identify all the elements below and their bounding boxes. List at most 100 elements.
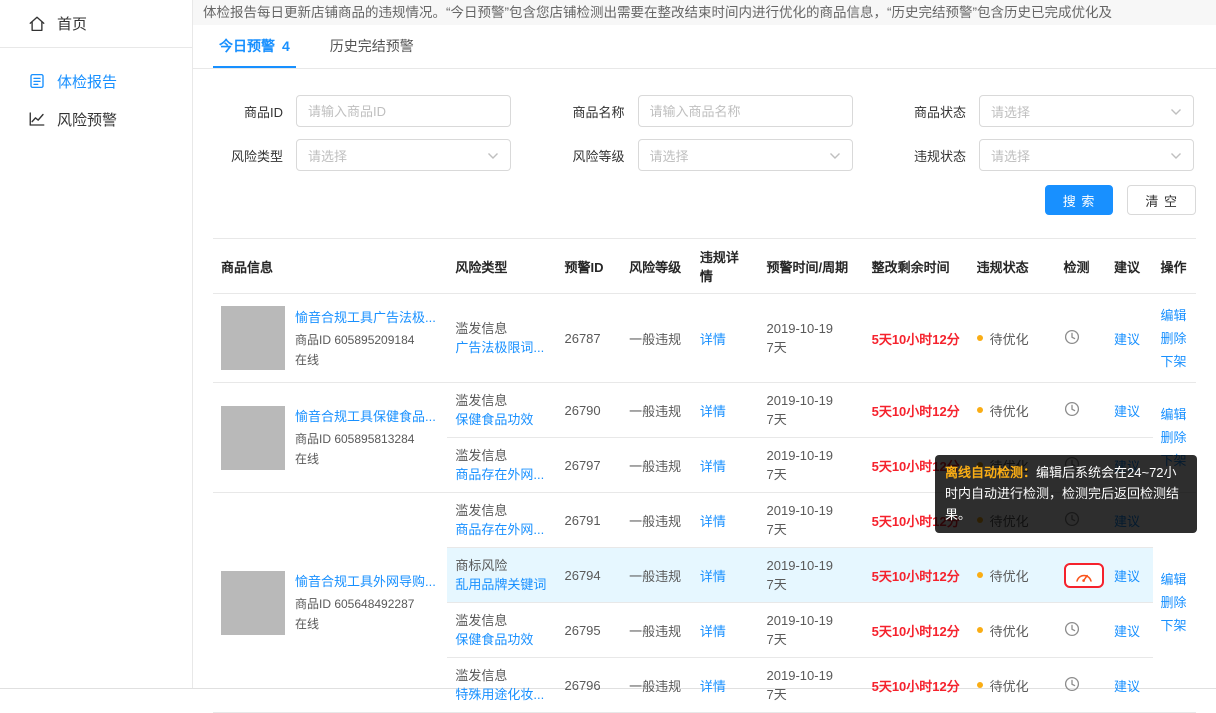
risk-type-select[interactable]: 请选择 <box>296 139 511 171</box>
filter-violation-status: 违规状态 请选择 <box>896 139 1196 171</box>
risk-subtype-link[interactable]: 商品存在外网... <box>455 465 548 484</box>
select-placeholder: 请选择 <box>991 102 1030 121</box>
product-cell: 愉音合规工具外网导购...商品ID 605648492287在线 <box>213 493 447 713</box>
filter-risk-type: 风险类型 请选择 <box>213 139 513 171</box>
risk-type-cell: 滥发信息广告法极限词... <box>447 294 556 383</box>
product-name-link[interactable]: 愉音合规工具广告法极... <box>295 307 436 326</box>
edit-link[interactable]: 编辑 <box>1161 403 1189 426</box>
detect-button[interactable] <box>1064 401 1080 417</box>
column-header: 违规详情 <box>692 239 759 294</box>
clear-button[interactable]: 清 空 <box>1127 185 1196 215</box>
product-status-select[interactable]: 请选择 <box>979 95 1194 127</box>
remaining-time: 5天10小时12分 <box>864 548 969 603</box>
sidebar-item-report[interactable]: 体检报告 <box>0 62 192 100</box>
detail-link[interactable]: 详情 <box>700 624 726 639</box>
product-name-input[interactable] <box>638 95 853 127</box>
product-text: 愉音合规工具保健食品...商品ID 605895813284在线 <box>295 406 436 469</box>
product-id: 商品ID 605648492287 <box>295 594 436 614</box>
suggest-link[interactable]: 建议 <box>1114 569 1140 584</box>
warning-cycle: 7天 <box>767 685 856 704</box>
column-header: 检测 <box>1056 239 1107 294</box>
tab-today-warnings[interactable]: 今日预警 4 <box>213 25 296 68</box>
trend-chart-icon <box>28 110 46 128</box>
page: 首页 体检报告 风险预警 体检报告每日更新店铺商品的违规情况。“今日预警”包含您… <box>0 0 1216 689</box>
suggest-link[interactable]: 建议 <box>1114 624 1140 639</box>
column-header: 违规状态 <box>969 239 1056 294</box>
risk-subtype-link[interactable]: 保健食品功效 <box>455 410 548 429</box>
violation-status-select[interactable]: 请选择 <box>979 139 1194 171</box>
risk-subtype-link[interactable]: 广告法极限词... <box>455 338 548 357</box>
report-icon <box>28 72 46 90</box>
tab-history-warnings[interactable]: 历史完结预警 <box>324 25 420 68</box>
detail-link[interactable]: 详情 <box>700 332 726 347</box>
risk-type: 滥发信息 <box>455 501 548 520</box>
warning-cycle: 7天 <box>767 520 856 539</box>
product-info: 愉音合规工具保健食品...商品ID 605895813284在线 <box>221 406 439 470</box>
risk-subtype-link[interactable]: 乱用品牌关键词 <box>455 575 548 594</box>
takedown-link[interactable]: 下架 <box>1161 614 1189 637</box>
warning-date: 2019-10-19 <box>767 446 856 465</box>
filter-product-id: 商品ID <box>213 95 513 127</box>
product-name-link[interactable]: 愉音合规工具外网导购... <box>295 571 436 590</box>
warning-time-cell: 2019-10-197天 <box>759 383 864 438</box>
sidebar-item-home[interactable]: 首页 <box>0 0 192 47</box>
warning-id: 26791 <box>556 493 621 548</box>
filter-label: 商品ID <box>213 102 283 121</box>
product-text: 愉音合规工具外网导购...商品ID 605648492287在线 <box>295 571 436 634</box>
sidebar-item-risk[interactable]: 风险预警 <box>0 100 192 138</box>
product-name-link[interactable]: 愉音合规工具保健食品... <box>295 406 436 425</box>
clock-icon <box>1064 676 1080 692</box>
status-badge: 待优化 <box>977 621 1048 640</box>
takedown-link[interactable]: 下架 <box>1161 350 1189 373</box>
risk-subtype-link[interactable]: 特殊用途化妆... <box>455 685 548 704</box>
main-content: 体检报告每日更新店铺商品的违规情况。“今日预警”包含您店铺检测出需要在整改结束时… <box>193 0 1216 688</box>
status-badge: 待优化 <box>977 676 1048 695</box>
product-id-input[interactable] <box>296 95 511 127</box>
delete-link[interactable]: 删除 <box>1161 327 1189 350</box>
detect-button[interactable] <box>1064 621 1080 637</box>
select-placeholder: 请选择 <box>308 146 347 165</box>
warning-id: 26796 <box>556 658 621 713</box>
status-text: 待优化 <box>990 329 1029 348</box>
warning-id: 26794 <box>556 548 621 603</box>
detail-link[interactable]: 详情 <box>700 569 726 584</box>
detect-button[interactable] <box>1064 676 1080 692</box>
risk-level-select[interactable]: 请选择 <box>638 139 853 171</box>
suggest-cell: 建议 <box>1106 548 1152 603</box>
suggest-link[interactable]: 建议 <box>1114 679 1140 694</box>
detect-tooltip: 离线自动检测：编辑后系统会在24~72小时内自动进行检测，检测完后返回检测结果。 <box>935 455 1197 533</box>
risk-subtype-link[interactable]: 商品存在外网... <box>455 520 548 539</box>
column-header: 风险等级 <box>621 239 692 294</box>
warning-id: 26790 <box>556 383 621 438</box>
status-text: 待优化 <box>990 621 1029 640</box>
select-placeholder: 请选择 <box>650 146 689 165</box>
suggest-link[interactable]: 建议 <box>1114 332 1140 347</box>
suggest-link[interactable]: 建议 <box>1114 404 1140 419</box>
warning-date: 2019-10-19 <box>767 611 856 630</box>
filter-label: 商品名称 <box>555 102 625 121</box>
filter-actions: 搜 索 清 空 <box>213 185 1196 215</box>
clock-icon <box>1064 329 1080 345</box>
delete-link[interactable]: 删除 <box>1161 426 1189 449</box>
tab-count-badge: 4 <box>282 38 290 54</box>
delete-link[interactable]: 删除 <box>1161 591 1189 614</box>
risk-level: 一般违规 <box>621 294 692 383</box>
risk-level: 一般违规 <box>621 493 692 548</box>
violation-detail-cell: 详情 <box>692 658 759 713</box>
detail-link[interactable]: 详情 <box>700 514 726 529</box>
edit-link[interactable]: 编辑 <box>1161 304 1189 327</box>
filter-product-status: 商品状态 请选择 <box>896 95 1196 127</box>
detect-highlight-box[interactable] <box>1064 563 1104 588</box>
risk-subtype-link[interactable]: 保健食品功效 <box>455 630 548 649</box>
detail-link[interactable]: 详情 <box>700 459 726 474</box>
sidebar: 首页 体检报告 风险预警 <box>0 0 193 688</box>
detail-link[interactable]: 详情 <box>700 404 726 419</box>
detail-link[interactable]: 详情 <box>700 679 726 694</box>
risk-type-cell: 滥发信息商品存在外网... <box>447 493 556 548</box>
detect-button[interactable] <box>1064 329 1080 345</box>
detect-cell <box>1056 383 1107 438</box>
column-header: 风险类型 <box>447 239 556 294</box>
edit-link[interactable]: 编辑 <box>1161 568 1189 591</box>
risk-type: 滥发信息 <box>455 319 548 338</box>
search-button[interactable]: 搜 索 <box>1045 185 1114 215</box>
